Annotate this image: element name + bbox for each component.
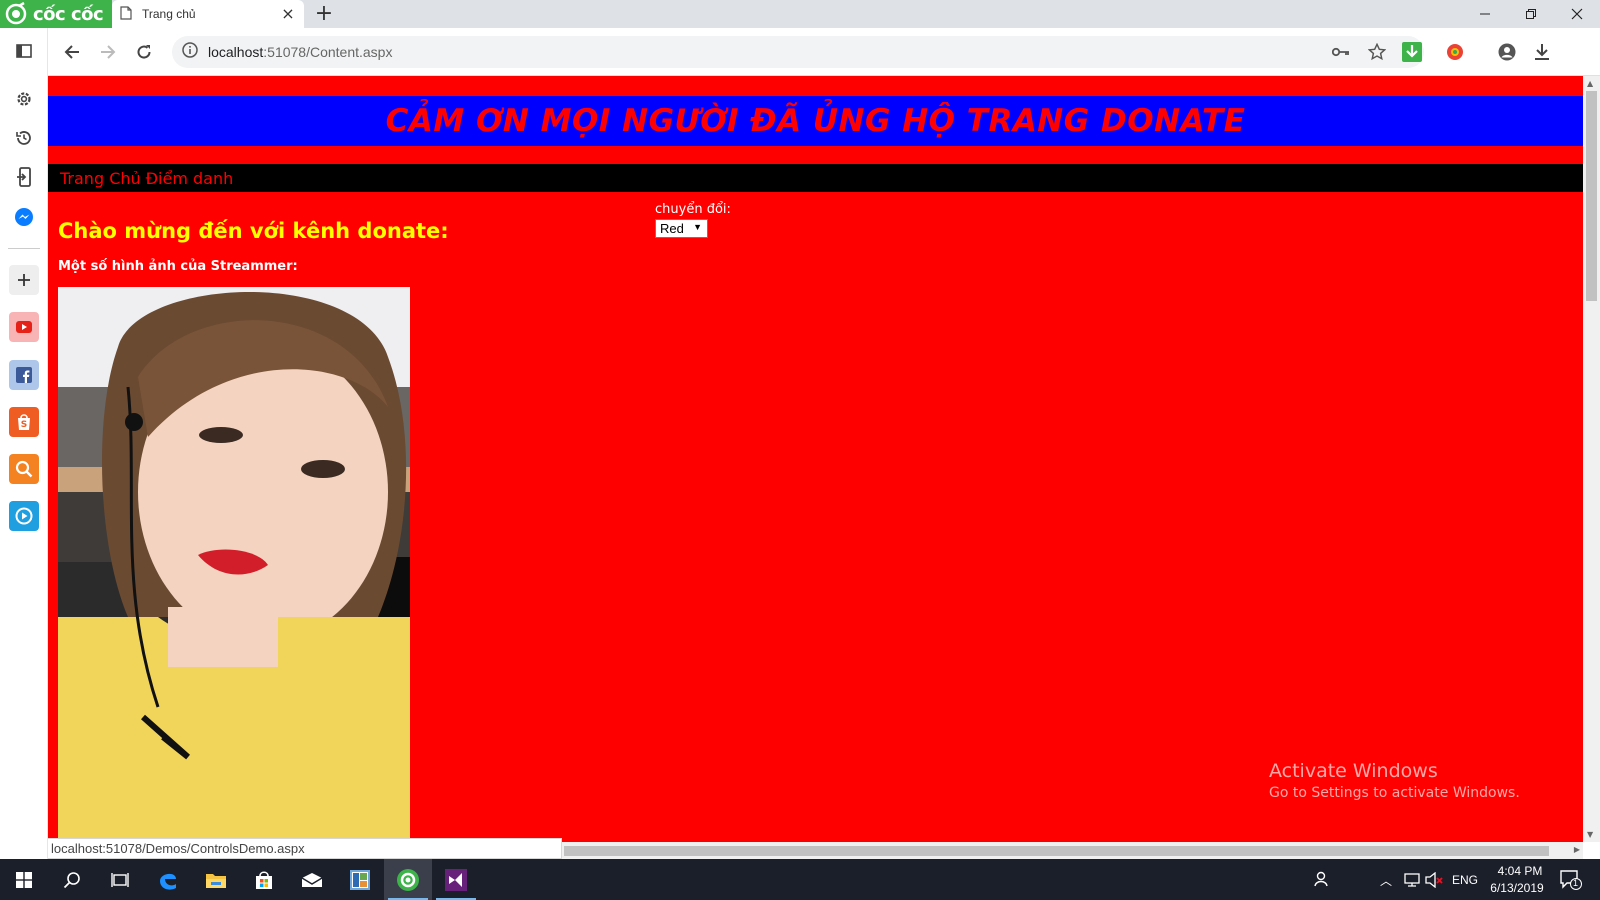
network-icon[interactable] (1403, 872, 1421, 892)
gallery-caption: Một số hình ảnh của Streammer: (58, 259, 298, 274)
history-icon[interactable] (9, 123, 39, 153)
youtube-icon[interactable] (9, 312, 39, 342)
chevron-down-icon: ▼ (693, 222, 702, 232)
search-icon[interactable] (48, 859, 96, 900)
coccoc-taskbar-icon[interactable] (384, 859, 432, 900)
page-icon (120, 5, 132, 24)
mail-icon[interactable] (288, 859, 336, 900)
windows-taskbar: ︿ ENG 4:04 PM 6/13/2019 1 (0, 859, 1600, 900)
bookmark-star-icon[interactable] (1365, 40, 1389, 64)
tab-trang-chu[interactable]: Trang chủ × (112, 0, 304, 28)
activate-windows-watermark: Activate Windows Go to Settings to activ… (1269, 760, 1520, 801)
tab-close-icon[interactable]: × (280, 6, 296, 22)
horizontal-scrollbar[interactable]: ▶ (562, 842, 1583, 859)
forward-arrow-icon (101, 45, 116, 59)
address-text: localhost:51078/Content.aspx (208, 44, 393, 60)
notification-count: 1 (1573, 878, 1579, 888)
scroll-up-icon[interactable]: ▲ (1587, 79, 1593, 88)
key-icon[interactable] (1329, 40, 1353, 64)
forward-button[interactable] (96, 40, 120, 64)
reload-icon (137, 45, 151, 59)
edge-browser-icon[interactable] (144, 859, 192, 900)
new-tab-button[interactable]: + (313, 3, 335, 25)
theme-select-value: Red (660, 221, 684, 236)
extension-icon[interactable] (1443, 40, 1467, 64)
device-sync-icon[interactable] (9, 162, 39, 192)
store-icon[interactable] (240, 859, 288, 900)
close-window-button[interactable] (1554, 0, 1600, 28)
status-bar-url: localhost:51078/Demos/ControlsDemo.aspx (48, 838, 562, 859)
visual-studio-icon[interactable] (432, 859, 480, 900)
activate-title: Activate Windows (1269, 760, 1438, 782)
start-button[interactable] (0, 859, 48, 900)
language-indicator[interactable]: ENG (1452, 873, 1478, 887)
web-page: CẢM ƠN MỌI NGƯỜI ĐÃ ỦNG HỘ TRANG DONATE … (48, 76, 1583, 842)
brand-name: cốc cốc (33, 3, 104, 25)
scroll-down-icon[interactable]: ▼ (1587, 830, 1593, 839)
back-arrow-icon (64, 45, 79, 59)
clock-date[interactable]: 6/13/2019 (1486, 881, 1548, 895)
theme-switch-label: chuyển đổi: (655, 202, 731, 217)
banner-title: CẢM ƠN MỌI NGƯỜI ĐÃ ỦNG HỘ TRANG DONATE (385, 103, 1246, 139)
restore-button[interactable] (1508, 0, 1554, 28)
facebook-icon[interactable] (9, 360, 39, 390)
minimize-button[interactable] (1462, 0, 1508, 28)
downloads-icon[interactable] (1530, 40, 1554, 64)
nav-menu: Trang Chủ Điểm danh (48, 164, 1583, 192)
streamer-photo (58, 287, 410, 842)
browser-toolbar: localhost:51078/Content.aspx (48, 28, 1600, 76)
sidebar-toggle-icon[interactable] (9, 36, 39, 66)
notification-icon (1560, 870, 1582, 890)
reload-button[interactable] (132, 40, 156, 64)
activate-subtitle: Go to Settings to activate Windows. (1269, 785, 1520, 801)
coccoc-menu-button[interactable]: cốc cốc (0, 0, 112, 28)
address-bar[interactable]: localhost:51078/Content.aspx (172, 36, 1424, 68)
vertical-scroll-thumb[interactable] (1586, 91, 1597, 301)
svg-text:S: S (21, 420, 27, 430)
download-video-icon[interactable] (1400, 40, 1424, 64)
vertical-scrollbar[interactable]: ▲ ▼ (1583, 76, 1600, 842)
settings-gear-icon[interactable] (9, 84, 39, 114)
tray-chevron-up-icon[interactable]: ︿ (1380, 872, 1392, 889)
clock-time[interactable]: 4:04 PM (1492, 864, 1548, 878)
search-app-icon[interactable] (9, 454, 39, 484)
file-explorer-icon[interactable] (192, 859, 240, 900)
sidebar-divider (8, 248, 40, 249)
theme-select[interactable]: Red ▼ (655, 219, 708, 238)
messenger-icon[interactable] (9, 202, 39, 232)
windows-logo-icon (16, 871, 32, 888)
menu-link-attendance[interactable]: Điểm danh (146, 169, 234, 188)
photos-app-icon[interactable] (336, 859, 384, 900)
welcome-heading: Chào mừng đến với kênh donate: (58, 219, 449, 243)
back-button[interactable] (60, 40, 84, 64)
scroll-right-icon[interactable]: ▶ (1574, 845, 1580, 854)
action-center-button[interactable]: 1 (1560, 870, 1584, 890)
profile-icon[interactable] (1495, 40, 1519, 64)
shopee-icon[interactable]: S (9, 407, 39, 437)
people-icon[interactable] (1312, 870, 1330, 892)
tab-bar: cốc cốc Trang chủ × + (0, 0, 1600, 28)
add-app-icon[interactable] (9, 265, 39, 295)
task-view-icon[interactable] (96, 859, 144, 900)
coccoc-logo-icon (2, 0, 30, 28)
info-icon[interactable] (182, 42, 198, 62)
left-sidebar: S (0, 28, 48, 859)
menu-link-home[interactable]: Trang Chủ (60, 169, 141, 188)
tab-title: Trang chủ (142, 7, 196, 21)
horizontal-scroll-thumb[interactable] (564, 846, 1549, 856)
music-app-icon[interactable] (9, 501, 39, 531)
header-banner: CẢM ƠN MỌI NGƯỜI ĐÃ ỦNG HỘ TRANG DONATE (48, 96, 1583, 146)
volume-muted-icon[interactable] (1425, 871, 1443, 892)
